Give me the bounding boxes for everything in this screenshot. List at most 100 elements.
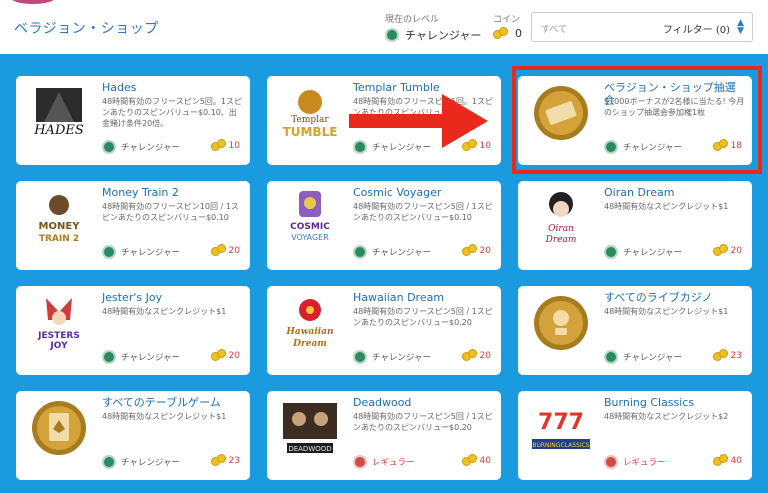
card-title: Hawaiian Dream <box>353 291 445 304</box>
page-title: ベラジョン・ショップ <box>14 21 159 37</box>
select-arrows-icon: ▲ ▼ <box>737 18 744 36</box>
svg-text:777: 777 <box>538 410 584 435</box>
card-level: チャレンジャー <box>102 455 180 469</box>
card-price: 23 <box>210 454 240 467</box>
card-level: チャレンジャー <box>353 245 431 259</box>
card-level: チャレンジャー <box>102 140 180 154</box>
hawaiian-dream-logo-icon: Hawaiian Dream <box>277 294 343 352</box>
card-price-value: 40 <box>730 455 742 466</box>
challenger-badge-icon <box>604 245 618 259</box>
svg-text:Dream: Dream <box>545 235 577 245</box>
filter-select-value: すべて <box>541 25 568 35</box>
coin-stack-icon <box>461 244 478 257</box>
shop-card[interactable]: COSMIC VOYAGER Cosmic Voyager 48時間有効のフリースピン… <box>267 181 501 270</box>
card-level: レギュラー <box>353 455 415 469</box>
card-price-value: 23 <box>228 455 240 466</box>
card-description: 48時間有効なスピンクレジット$1 <box>604 202 729 211</box>
annotation-arrow <box>349 114 444 128</box>
svg-text:COSMIC: COSMIC <box>290 222 330 232</box>
card-level: チャレンジャー <box>353 140 431 154</box>
coin-stack-icon <box>210 349 227 362</box>
svg-text:TUMBLE: TUMBLE <box>283 125 338 139</box>
challenger-badge-icon <box>102 455 116 469</box>
challenger-badge-icon <box>353 350 367 364</box>
svg-text:Hawaiian: Hawaiian <box>285 327 333 337</box>
card-description: 48時間有効なスピンクレジット$2 <box>604 412 729 421</box>
coin-stack-icon <box>210 454 227 467</box>
shop-card[interactable]: HADES Hades 48時間有効のフリースピン5回。1スピンあたりのスピンバリュ… <box>16 76 250 165</box>
card-price: 20 <box>210 244 240 257</box>
svg-text:JOY: JOY <box>49 341 68 351</box>
svg-text:Templar: Templar <box>291 115 329 125</box>
card-price: 20 <box>210 349 240 362</box>
card-price: 10 <box>210 139 240 152</box>
annotation-arrow-head <box>442 94 488 148</box>
card-medal-icon <box>26 399 92 457</box>
challenger-badge-icon <box>102 245 116 259</box>
coin-stack-icon <box>493 27 509 40</box>
card-price-value: 10 <box>228 140 240 151</box>
shop-card[interactable]: MONEY TRAIN 2 Money Train 2 48時間有効のフリースピン10… <box>16 181 250 270</box>
regular-badge-icon <box>353 455 367 469</box>
card-price-value: 40 <box>479 455 491 466</box>
coin-stack-icon <box>210 244 227 257</box>
card-title: Oiran Dream <box>604 186 675 199</box>
card-description: 48時間有効のフリースピン10回 / 1スピンあたりのスピンバリュー$0.10 <box>102 202 239 222</box>
challenger-badge-icon <box>102 350 116 364</box>
card-price-value: 20 <box>730 245 742 256</box>
svg-text:VOYAGER: VOYAGER <box>291 233 329 242</box>
coin-stack-icon <box>712 349 729 362</box>
card-level: チャレンジャー <box>353 350 431 364</box>
current-level-text: チャレンジャー <box>405 29 482 42</box>
svg-text:BURNINGCLASSICS: BURNINGCLASSICS <box>532 442 589 449</box>
shop-card[interactable]: すべてのテーブルゲーム 48時間有効なスピンクレジット$1 チャレンジャー 23 <box>16 391 250 480</box>
coin-balance-value: 0 <box>515 27 522 40</box>
svg-text:TRAIN 2: TRAIN 2 <box>39 234 79 244</box>
dealer-medal-icon <box>528 294 594 352</box>
challenger-badge-icon <box>353 245 367 259</box>
card-description: 48時間有効のフリースピン5回 / 1スピンあたりのスピンバリュー$0.20 <box>353 412 493 432</box>
coin-stack-icon <box>712 454 729 467</box>
svg-text:DEADWOOD: DEADWOOD <box>288 445 331 453</box>
current-level: チャレンジャー <box>385 27 481 43</box>
svg-text:MONEY: MONEY <box>39 221 81 232</box>
burning-classics-logo-icon: 777 BURNINGCLASSICS <box>528 399 594 457</box>
card-level-text: チャレンジャー <box>121 248 180 258</box>
card-level: チャレンジャー <box>102 245 180 259</box>
shop-card[interactable]: Hawaiian Dream Hawaiian Dream 48時間有効のフリースピン… <box>267 286 501 375</box>
card-description: 48時間有効なスピンクレジット$1 <box>102 412 227 421</box>
card-level: チャレンジャー <box>604 245 682 259</box>
card-title: すべてのライブカジノ <box>604 291 713 304</box>
card-price: 40 <box>712 454 742 467</box>
card-title: Burning Classics <box>604 396 695 409</box>
filter-count-label: フィルター (0) <box>662 25 730 36</box>
card-level: チャレンジャー <box>102 350 180 364</box>
card-level-text: チャレンジャー <box>121 143 180 153</box>
shop-card[interactable]: JESTERS JOY Jester's Joy 48時間有効なスピンクレジット$1 チ… <box>16 286 250 375</box>
hades-game-logo-icon: HADES <box>26 84 92 142</box>
card-title: すべてのテーブルゲーム <box>102 396 221 409</box>
regular-badge-icon <box>604 455 618 469</box>
svg-text:HADES: HADES <box>33 123 84 138</box>
card-price-value: 20 <box>228 245 240 256</box>
logo-fragment <box>10 0 56 4</box>
card-level-text: レギュラー <box>372 458 415 468</box>
card-description: 48時間有効なスピンクレジット$1 <box>604 307 729 316</box>
card-price-value: 20 <box>479 350 491 361</box>
coin-stack-icon <box>461 454 478 467</box>
card-level: レギュラー <box>604 455 666 469</box>
shop-card[interactable]: Oiran Dream Oiran Dream 48時間有効なスピンクレジット$1 チャ… <box>518 181 752 270</box>
card-level-text: チャレンジャー <box>623 248 682 258</box>
coin-stack-icon <box>461 349 478 362</box>
filter-select[interactable]: すべて フィルター (0) ▲ ▼ <box>531 12 753 42</box>
shop-card[interactable]: 777 BURNINGCLASSICS Burning Classics 48時間有効… <box>518 391 752 480</box>
card-description: 48時間有効のフリースピン5回 / 1スピンあたりのスピンバリュー$0.20 <box>353 307 493 327</box>
level-label: 現在のレベル <box>385 15 440 25</box>
card-level-text: チャレンジャー <box>121 458 180 468</box>
challenger-badge-icon <box>604 350 618 364</box>
shop-card[interactable]: DEADWOOD Deadwood 48時間有効のフリースピン5回 / 1スピンあた… <box>267 391 501 480</box>
shop-card[interactable]: すべてのライブカジノ 48時間有効なスピンクレジット$1 チャレンジャー 23 <box>518 286 752 375</box>
header-bar: ベラジョン・ショップ 現在のレベル チャレンジャー コイン 0 すべて フィルタ… <box>0 0 768 54</box>
jesters-joy-logo-icon: JESTERS JOY <box>26 294 92 352</box>
card-title: Money Train 2 <box>102 186 179 199</box>
